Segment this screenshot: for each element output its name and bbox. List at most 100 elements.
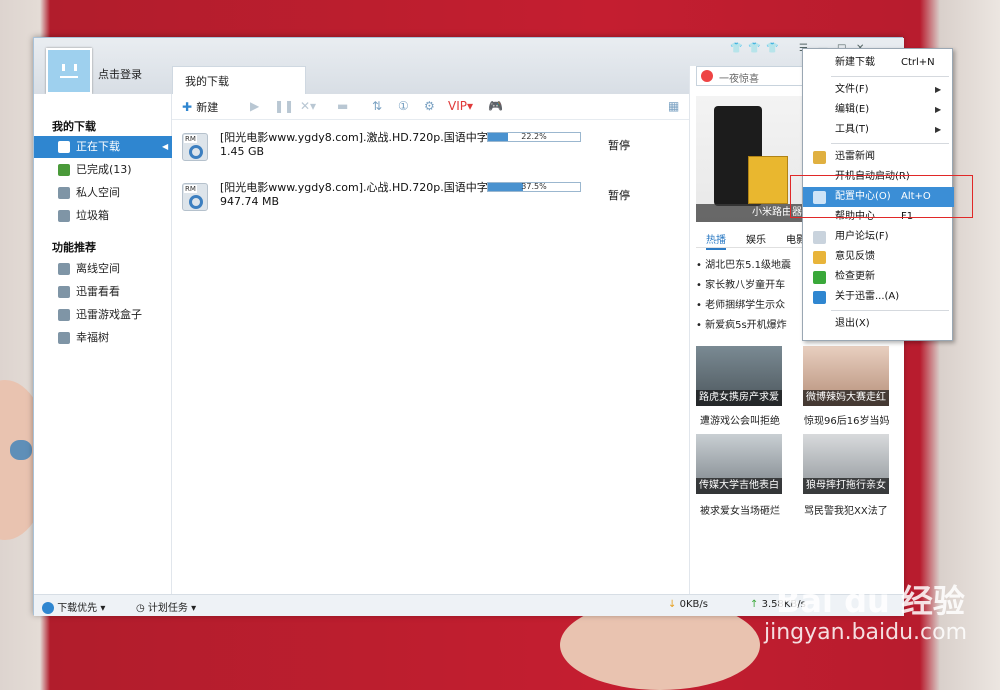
progress-bar: 37.5% bbox=[487, 182, 581, 192]
progress-text: 37.5% bbox=[521, 182, 547, 191]
news-thumb[interactable]: 微博辣妈大赛走红 bbox=[803, 346, 889, 406]
submenu-arrow-icon: ▶ bbox=[935, 125, 942, 134]
submenu-arrow-icon: ▶ bbox=[935, 85, 942, 94]
sidebar-item-label: 离线空间 bbox=[76, 262, 120, 275]
play-icon[interactable]: ▶ bbox=[250, 99, 259, 113]
sidebar-item-downloading[interactable]: 正在下载 ◀ bbox=[34, 136, 172, 158]
user-avatar[interactable] bbox=[46, 48, 92, 94]
menu-separator bbox=[831, 76, 949, 77]
sidebar-heading-features: 功能推荐 bbox=[52, 241, 96, 254]
thumb-subtitle[interactable]: 被求爱女当场砸烂 bbox=[700, 502, 780, 517]
menu-item[interactable]: 退出(X) bbox=[803, 314, 954, 334]
forum-icon bbox=[813, 231, 826, 244]
status-text[interactable]: 暂停 bbox=[608, 137, 630, 153]
news-item[interactable]: • 家长教八岁童开车 bbox=[696, 276, 785, 291]
tab-my-downloads[interactable]: 我的下载 bbox=[172, 66, 306, 94]
sidebar-item-completed[interactable]: 已完成(13) bbox=[34, 159, 172, 181]
sidebar-item-kankan[interactable]: 迅雷看看 bbox=[34, 281, 172, 303]
status-bar: 下载优先 ▾ ◷ 计划任务 ▾ ↓ 0KB/s ↑ 3.58KB/s bbox=[34, 594, 904, 616]
one-icon[interactable]: ① bbox=[398, 99, 409, 113]
sidebar-item-label: 私人空间 bbox=[76, 186, 120, 199]
sidebar-item-label: 迅雷游戏盒子 bbox=[76, 308, 142, 321]
priority-label: 下载优先 bbox=[57, 603, 98, 614]
menu-item[interactable]: 意见反馈 bbox=[803, 247, 954, 267]
priority-dropdown[interactable]: 下载优先 ▾ bbox=[42, 599, 105, 614]
status-text[interactable]: 暂停 bbox=[608, 187, 630, 203]
tab-entertainment[interactable]: 娱乐 bbox=[746, 231, 766, 246]
schedule-label: 计划任务 bbox=[147, 603, 188, 614]
thumb-subtitle[interactable]: 惊现96后16岁当妈 bbox=[804, 412, 889, 427]
news-icon bbox=[813, 151, 826, 164]
login-link[interactable]: 点击登录 bbox=[98, 66, 142, 82]
news-text: 新爱疯5s开机爆炸 bbox=[705, 320, 787, 331]
news-item[interactable]: • 湖北巴东5.1级地震 bbox=[696, 256, 791, 271]
menu-item-label: 编辑(E) bbox=[835, 104, 870, 115]
up-arrow-icon: ↑ bbox=[750, 599, 759, 610]
file-size: 947.74 MB bbox=[220, 195, 280, 208]
menu-item[interactable]: 工具(T) ▶ bbox=[803, 120, 954, 140]
baidu-watermark-url: jingyan.baidu.com bbox=[764, 620, 968, 645]
menu-item-label: 意见反馈 bbox=[835, 251, 875, 262]
browser-icon bbox=[701, 70, 713, 82]
news-tabs: 热播 娱乐 电影 bbox=[696, 228, 806, 250]
menu-item[interactable]: 检查更新 bbox=[803, 267, 954, 287]
sidebar-item-offline[interactable]: 离线空间 bbox=[34, 258, 172, 280]
new-download-button[interactable]: ✚ 新建 bbox=[182, 99, 218, 115]
menu-item[interactable]: 编辑(E) ▶ bbox=[803, 100, 954, 120]
highlight-box bbox=[790, 175, 973, 218]
sort-icon[interactable]: ⇅ bbox=[372, 99, 382, 113]
sidebar-item-gamebox[interactable]: 迅雷游戏盒子 bbox=[34, 304, 172, 326]
toolbar: ✚ 新建 ▶ ❚❚ ✕▾ ▬ ⇅ ① ⚙ VIP▾ 🎮 ▦ bbox=[172, 94, 689, 120]
file-name: [阳光电影www.ygdy8.com].心战.HD.720p.国语中字.rmvb bbox=[220, 181, 520, 194]
news-text: 老师捆绑学生示众 bbox=[705, 300, 786, 311]
sidebar: 我的下载 正在下载 ◀ 已完成(13) 私人空间 垃圾箱 功能推荐 离线空间 迅雷… bbox=[34, 94, 172, 594]
file-size: 1.45 GB bbox=[220, 145, 265, 158]
news-item[interactable]: • 老师捆绑学生示众 bbox=[696, 296, 785, 311]
new-label: 新建 bbox=[196, 101, 219, 114]
menu-item[interactable]: 迅雷新闻 bbox=[803, 147, 954, 167]
download-row[interactable]: RM [阳光电影www.ygdy8.com].心战.HD.720p.国语中字.rm… bbox=[172, 179, 689, 229]
vip-icon[interactable]: VIP▾ bbox=[448, 99, 473, 113]
game-icon[interactable]: 🎮 bbox=[488, 99, 503, 113]
folder-icon[interactable]: ▬ bbox=[337, 99, 348, 113]
skin2-icon[interactable]: 👕 bbox=[748, 43, 760, 54]
news-item[interactable]: • 新爱疯5s开机爆炸 bbox=[696, 316, 787, 331]
thumb-subtitle[interactable]: 骂民警我犯XX法了 bbox=[804, 502, 888, 517]
cloud-icon bbox=[58, 263, 70, 275]
menu-item[interactable]: 用户论坛(F) bbox=[803, 227, 954, 247]
submenu-arrow-icon: ▶ bbox=[935, 105, 942, 114]
down-speed-value: 0KB/s bbox=[679, 599, 708, 610]
sidebar-heading-downloads: 我的下载 bbox=[52, 120, 96, 133]
menu-item[interactable]: 新建下载 Ctrl+N bbox=[803, 53, 954, 73]
settings-gear-icon[interactable]: ⚙ bbox=[424, 99, 435, 113]
mail-icon bbox=[813, 251, 826, 264]
down-arrow-icon: ↓ bbox=[668, 599, 677, 610]
menu-item-label: 用户论坛(F) bbox=[835, 231, 889, 242]
menu-item[interactable]: 关于迅雷...(A) bbox=[803, 287, 954, 307]
menu-item[interactable]: 文件(F) ▶ bbox=[803, 80, 954, 100]
tab-hot[interactable]: 热播 bbox=[706, 231, 726, 250]
search-text: 一夜惊喜 bbox=[719, 74, 759, 85]
sidebar-item-label: 已完成(13) bbox=[76, 163, 132, 176]
pause-icon[interactable]: ❚❚ bbox=[274, 99, 294, 113]
thumb-subtitle[interactable]: 遭游戏公会叫拒绝 bbox=[700, 412, 780, 427]
sidebar-item-private[interactable]: 私人空间 bbox=[34, 182, 172, 204]
schedule-dropdown[interactable]: ◷ 计划任务 ▾ bbox=[136, 599, 196, 614]
skin-icon[interactable]: 👕 bbox=[730, 43, 742, 54]
file-name: [阳光电影www.ygdy8.com].激战.HD.720p.国语中字.rmvb bbox=[220, 131, 520, 144]
tab-bar: 我的下载 bbox=[172, 66, 689, 94]
baidu-watermark-logo: Bai du 经验 bbox=[776, 582, 965, 620]
news-thumb[interactable]: 路虎女携房产求爱 bbox=[696, 346, 782, 406]
leaf-icon bbox=[58, 332, 70, 344]
grid-view-icon[interactable]: ▦ bbox=[668, 99, 679, 113]
menu-item-label: 退出(X) bbox=[835, 318, 870, 329]
priority-icon bbox=[42, 602, 54, 614]
progress-bar: 22.2% bbox=[487, 132, 581, 142]
skin3-icon[interactable]: 👕 bbox=[766, 43, 778, 54]
sidebar-item-trash[interactable]: 垃圾箱 bbox=[34, 205, 172, 227]
delete-icon[interactable]: ✕▾ bbox=[300, 99, 316, 113]
sidebar-item-tree[interactable]: 幸福树 bbox=[34, 327, 172, 349]
download-row[interactable]: RM [阳光电影www.ygdy8.com].激战.HD.720p.国语中字.rm… bbox=[172, 129, 689, 179]
news-thumb[interactable]: 狼母摔打拖行亲女 bbox=[803, 434, 889, 494]
news-thumb[interactable]: 传媒大学吉他表白 bbox=[696, 434, 782, 494]
